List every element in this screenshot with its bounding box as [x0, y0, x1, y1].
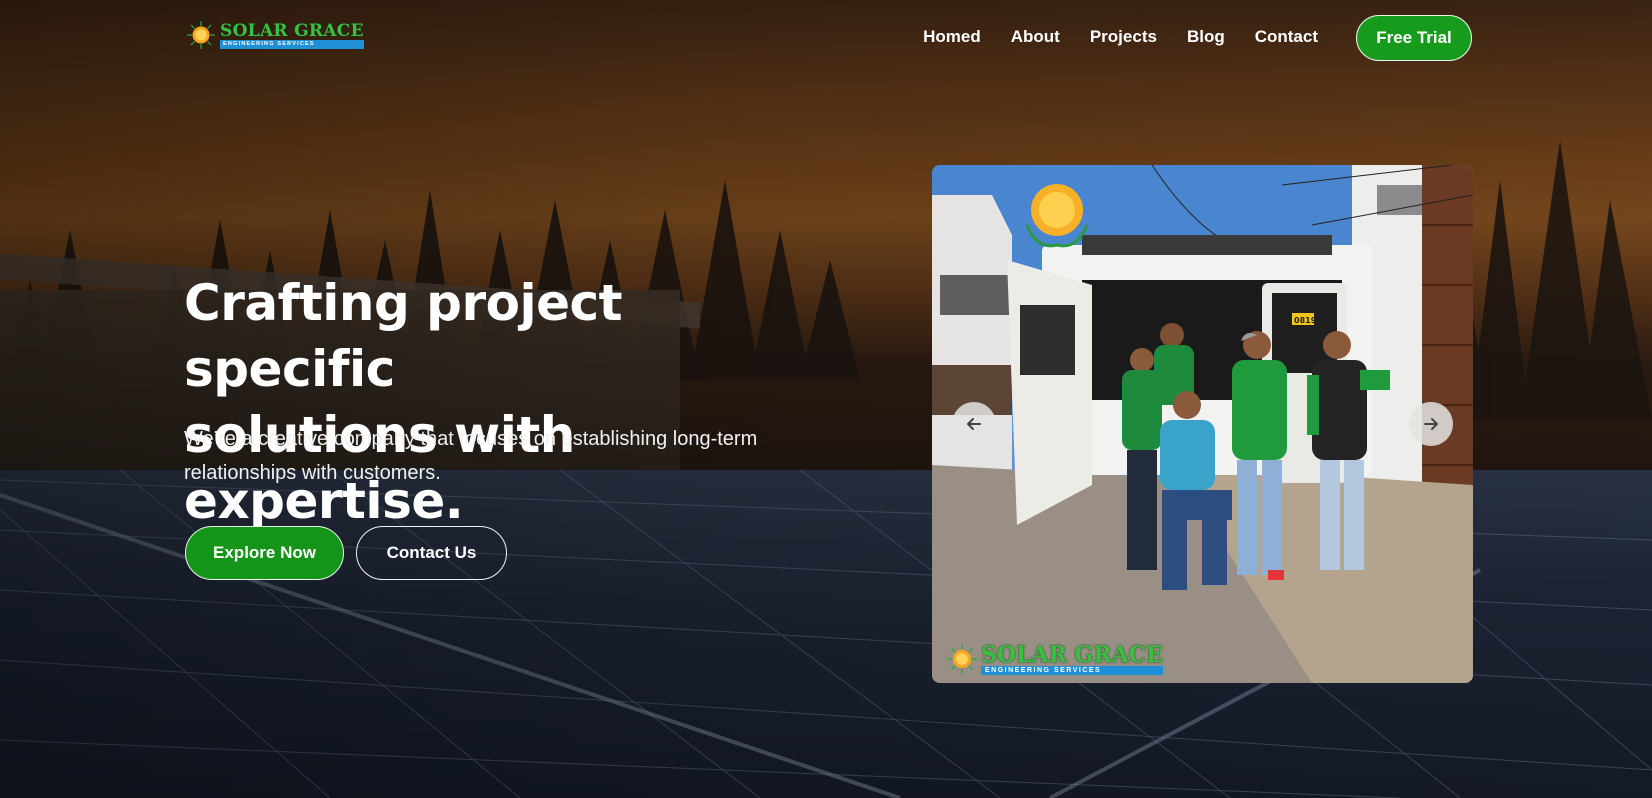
site-logo[interactable]: SOLAR GRACE ENGINEERING SERVICES — [186, 20, 364, 50]
plate-text: 0819 — [1294, 316, 1317, 325]
nav-item-projects[interactable]: Projects — [1090, 25, 1157, 49]
site-header: SOLAR GRACE ENGINEERING SERVICES Homed A… — [0, 0, 1652, 76]
nav-item-home[interactable]: Homed — [923, 25, 981, 49]
nav-item-blog[interactable]: Blog — [1187, 25, 1225, 49]
watermark-tagline: ENGINEERING SERVICES — [981, 665, 1163, 675]
main-nav: Homed About Projects Blog Contact — [923, 25, 1318, 49]
nav-item-contact[interactable]: Contact — [1255, 25, 1318, 49]
free-trial-button[interactable]: Free Trial — [1356, 15, 1472, 61]
hero-title: Crafting project specific solutions with … — [184, 270, 824, 534]
slider-prev-button[interactable] — [952, 402, 996, 446]
watermark-sun-icon — [947, 644, 977, 674]
team-photo-image: 0819 — [932, 165, 1473, 683]
watermark-title: SOLAR GRACE — [981, 641, 1163, 668]
logo-title: SOLAR GRACE — [220, 20, 364, 41]
arrow-left-icon — [967, 418, 981, 430]
sun-logo-icon — [187, 21, 215, 49]
team-members — [1122, 323, 1390, 590]
nav-item-about[interactable]: About — [1011, 25, 1060, 49]
arrow-right-icon — [1424, 418, 1438, 430]
slider-next-button[interactable] — [1409, 402, 1453, 446]
image-slider: 0819 SOLAR GRACE ENGINEERING SERVICES — [932, 165, 1473, 683]
explore-now-button[interactable]: Explore Now — [185, 526, 344, 580]
hero-description: We’re a creative company that focuses on… — [184, 428, 758, 484]
hero-title-line-1: Crafting project specific — [184, 274, 623, 398]
photo-watermark-logo: SOLAR GRACE ENGINEERING SERVICES — [946, 643, 1163, 675]
contact-us-button[interactable]: Contact Us — [356, 526, 507, 580]
logo-tagline: ENGINEERING SERVICES — [220, 39, 364, 49]
